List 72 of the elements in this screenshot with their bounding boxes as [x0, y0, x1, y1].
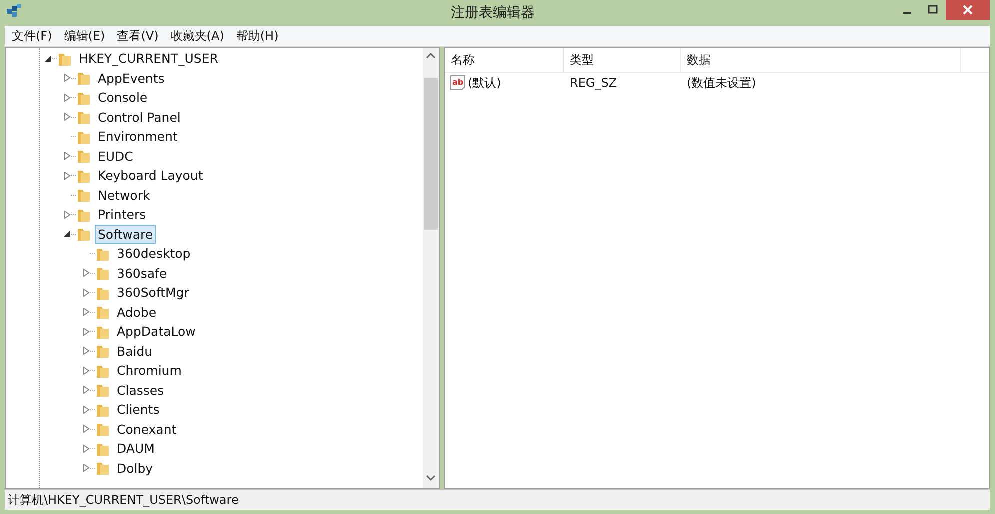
folder-icon: [96, 343, 110, 360]
folder-icon: [96, 265, 110, 282]
value-name[interactable]: (默认): [468, 74, 502, 92]
menu-item[interactable]: 收藏夹(A): [164, 28, 230, 44]
maximize-icon: [928, 5, 938, 15]
folder-icon: [77, 187, 91, 204]
folder-icon: [96, 304, 110, 320]
tree-item[interactable]: 360SoftMgr: [114, 283, 192, 302]
tree-item[interactable]: DAUM: [114, 439, 158, 458]
expand-arrow-icon[interactable]: [64, 74, 70, 82]
tree-item[interactable]: 360safe: [114, 264, 170, 283]
tree-item[interactable]: Adobe: [114, 302, 160, 322]
value-type: REG_SZ: [569, 76, 618, 90]
status-bar: 计算机\HKEY_CURRENT_USER\Software: [5, 489, 990, 510]
column-header[interactable]: 名称: [445, 48, 564, 72]
expand-arrow-icon[interactable]: [82, 444, 90, 453]
tree-item[interactable]: AppEvents: [95, 68, 168, 88]
tree-item[interactable]: AppDataLow: [114, 322, 199, 342]
string-value-icon: ab: [450, 75, 466, 91]
column-header[interactable]: 数据: [681, 48, 961, 72]
tree-item[interactable]: Dolby: [114, 458, 156, 478]
tree-item[interactable]: Keyboard Layout: [95, 166, 206, 186]
expand-arrow-icon[interactable]: [82, 406, 90, 414]
tree-item[interactable]: Network: [95, 186, 154, 205]
expand-arrow-icon[interactable]: [82, 464, 90, 472]
expand-arrow-icon[interactable]: [82, 288, 90, 297]
expand-arrow-icon[interactable]: [64, 113, 70, 122]
close-button[interactable]: [946, 0, 990, 20]
expand-arrow-icon[interactable]: [82, 269, 90, 278]
expand-arrow-icon[interactable]: [82, 366, 90, 375]
menu-item[interactable]: 文件(F): [5, 28, 58, 44]
tree-item[interactable]: Software: [95, 224, 156, 244]
tree-item[interactable]: Classes: [114, 380, 168, 400]
expand-arrow-icon[interactable]: [64, 172, 70, 180]
tree-item[interactable]: HKEY_CURRENT_USER: [76, 49, 222, 68]
tree-item[interactable]: Environment: [95, 127, 181, 146]
expand-arrow-icon[interactable]: [82, 347, 90, 356]
window-title: 注册表编辑器: [450, 4, 536, 22]
expand-arrow-icon[interactable]: [64, 94, 70, 102]
vertical-scrollbar[interactable]: [423, 48, 439, 488]
tree-item[interactable]: Chromium: [114, 361, 185, 380]
collapse-arrow-icon[interactable]: [44, 54, 52, 63]
menu-item[interactable]: 帮助(H): [229, 28, 284, 44]
tree-item[interactable]: Printers: [95, 205, 150, 224]
folder-icon: [77, 226, 91, 242]
tree-item[interactable]: Control Panel: [95, 108, 184, 127]
folder-icon: [77, 70, 91, 86]
close-icon: [963, 5, 973, 15]
expand-arrow-icon[interactable]: [64, 210, 70, 219]
expand-arrow-icon[interactable]: [64, 152, 70, 160]
expand-arrow-icon[interactable]: [82, 425, 90, 434]
column-header[interactable]: 类型: [564, 48, 681, 72]
folder-icon: [77, 148, 91, 164]
registry-cubes-icon: [6, 3, 22, 19]
expand-arrow-icon[interactable]: [82, 308, 90, 316]
folder-icon: [96, 421, 110, 438]
expand-arrow-icon[interactable]: [82, 328, 90, 336]
minimize-icon: [903, 12, 911, 14]
expand-arrow-icon[interactable]: [82, 386, 90, 394]
tree-item[interactable]: Console: [95, 88, 151, 108]
tree-item[interactable]: Clients: [114, 400, 163, 420]
folder-icon: [96, 460, 110, 476]
value-data: (数值未设置): [686, 74, 758, 92]
tree-item[interactable]: EUDC: [95, 146, 136, 166]
menu-item[interactable]: 查看(V): [110, 28, 164, 44]
collapse-arrow-icon[interactable]: [64, 230, 70, 238]
tree-item[interactable]: Baidu: [114, 342, 156, 361]
tree-item[interactable]: Conexant: [114, 420, 180, 439]
menu-item[interactable]: 编辑(E): [57, 28, 110, 44]
folder-icon: [96, 382, 110, 398]
tree-item[interactable]: 360desktop: [114, 244, 194, 264]
folder-icon: [77, 109, 91, 126]
